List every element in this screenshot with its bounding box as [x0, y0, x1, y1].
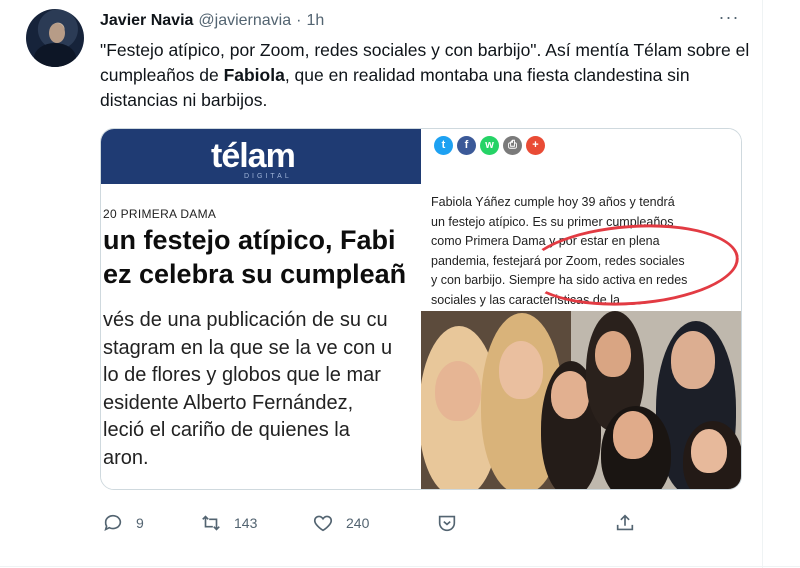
tweet[interactable]: Javier Navia @javiernavia · 1h ··· "Fest… [0, 0, 800, 568]
more-options-icon[interactable]: ··· [718, 8, 740, 30]
person-2-face [499, 341, 543, 399]
lead-line: vés de una publicación de su cu [103, 309, 388, 331]
person-7-face [691, 429, 727, 473]
person-1-face [435, 361, 481, 421]
print-icon: ⎙ [503, 136, 522, 155]
heart-icon [313, 515, 333, 532]
article-lead: vés de una publicación de su cu stagram … [103, 307, 433, 472]
whatsapp-icon: w [480, 136, 499, 155]
tweet-actions: 9 143 240 [100, 512, 660, 538]
share-icon [616, 514, 634, 531]
author-name[interactable]: Javier Navia [100, 12, 193, 30]
reply-count: 9 [136, 515, 144, 531]
telam-header: télam DIGITAL [101, 129, 421, 184]
party-photo [421, 311, 741, 489]
headline-line: un festejo atípico, Fabi [103, 225, 396, 255]
lead-line: lo de flores y globos que le mar [103, 364, 381, 386]
share-icons: t f w ⎙ + [434, 136, 545, 155]
reply-button[interactable]: 9 [102, 512, 144, 534]
timeline-border [762, 0, 763, 568]
header-separator: · [296, 12, 302, 29]
retweet-icon [202, 515, 220, 531]
retweet-button[interactable]: 143 [200, 512, 257, 534]
person-6-face [613, 411, 653, 459]
tweet-time[interactable]: 1h [306, 12, 324, 30]
plus-icon: + [526, 136, 545, 155]
tweet-media[interactable]: télam DIGITAL 20 PRIMERA DAMA un festejo… [100, 128, 742, 490]
author-handle[interactable]: @javiernavia [198, 12, 291, 30]
avatar-face [49, 23, 65, 43]
headline-line: ez celebra su cumpleañ [103, 259, 407, 289]
tip-button[interactable] [436, 512, 470, 534]
person-4-face [595, 331, 631, 377]
lead-line: esidente Alberto Fernández, [103, 391, 354, 414]
telam-logo: télam [211, 137, 296, 175]
retweet-count: 143 [234, 515, 258, 531]
reply-icon [104, 514, 122, 531]
twitter-icon: t [434, 136, 453, 155]
article-headline: un festejo atípico, Fabi ez celebra su c… [103, 223, 433, 291]
avatar-shoulders [34, 43, 76, 67]
lead-line: stagram en la que se la ve con u [103, 336, 393, 359]
avatar[interactable] [26, 9, 84, 67]
facebook-icon: f [457, 136, 476, 155]
like-count: 240 [346, 515, 370, 531]
share-button[interactable] [614, 512, 648, 534]
lead-line: aron. [103, 446, 149, 469]
lead-line: leció el cariño de quienes la [103, 419, 350, 441]
telam-logo-sub: DIGITAL [244, 173, 292, 180]
person-5-face [671, 331, 715, 389]
tweet-header: Javier Navia @javiernavia · 1h [100, 10, 324, 32]
like-button[interactable]: 240 [312, 512, 369, 534]
shield-chevron-icon [438, 515, 456, 532]
tweet-text-bold: Fabiola [223, 65, 285, 85]
person-3-face [551, 371, 589, 419]
telam-article-screenshot: télam DIGITAL 20 PRIMERA DAMA un festejo… [101, 129, 421, 489]
paragraph-line: Fabiola Yáñez cumple hoy 39 años y tendr… [431, 195, 675, 209]
tweet-divider [0, 566, 800, 567]
article-section: 20 PRIMERA DAMA [103, 207, 217, 221]
tweet-text: "Festejo atípico, por Zoom, redes social… [100, 38, 760, 113]
